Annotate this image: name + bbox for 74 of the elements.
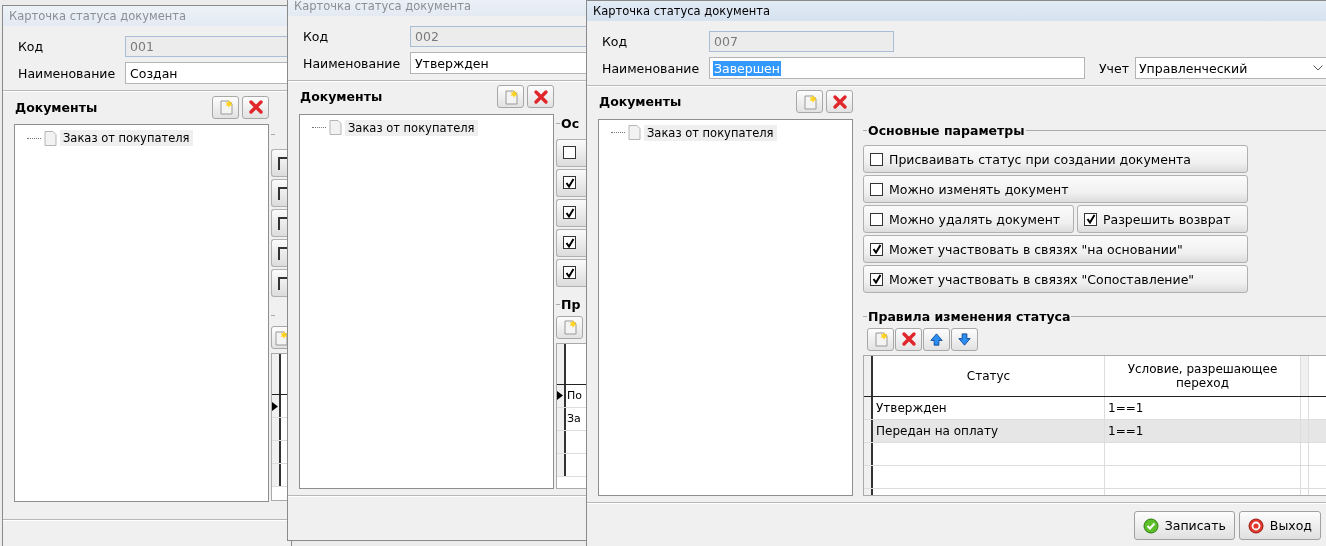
group-title: Основные параметры: [867, 123, 1026, 139]
table-cell: По: [567, 389, 582, 403]
new-document-icon: [502, 88, 519, 105]
delete-icon: [247, 99, 264, 115]
document-icon: [628, 125, 641, 141]
move-down-button[interactable]: [951, 327, 978, 351]
group-title: Правила изменения статуса: [867, 309, 1072, 325]
window-title: Карточка статуса документа: [294, 0, 472, 13]
accounting-select[interactable]: Управленческий: [1135, 57, 1326, 79]
group-title: Ос: [560, 116, 581, 132]
document-icon: [329, 120, 342, 136]
name-label: Наименование: [602, 60, 701, 76]
document-icon: [44, 130, 57, 146]
tree-item[interactable]: Заказ от покупателя: [644, 124, 777, 141]
power-icon: [1247, 517, 1264, 534]
table-cell: 1==1: [1108, 423, 1144, 438]
down-arrow-icon: [957, 331, 972, 347]
group-title: Пр: [560, 297, 582, 313]
code-label: Код: [602, 33, 629, 49]
column-header: Статус: [966, 368, 1011, 383]
option-button[interactable]: [556, 168, 588, 197]
delete-button[interactable]: [895, 327, 922, 351]
table-cell: Передан на оплату: [876, 423, 999, 438]
code-field[interactable]: 002: [410, 25, 588, 47]
option-button[interactable]: [556, 198, 588, 227]
window-title: Карточка статуса документа: [593, 4, 771, 18]
up-arrow-icon: [929, 331, 944, 347]
delete-icon: [900, 331, 917, 348]
option-button[interactable]: [556, 138, 588, 167]
name-label: Наименование: [18, 65, 117, 81]
delete-button[interactable]: [826, 90, 853, 114]
option-button[interactable]: Может участвовать в связях "Сопоставление": [863, 265, 1248, 294]
delete-button[interactable]: [527, 85, 554, 109]
option-button[interactable]: Можно изменять документ: [863, 175, 1248, 204]
row-pointer-icon: [557, 391, 563, 401]
new-document-icon: [561, 319, 578, 336]
code-field[interactable]: 007: [709, 30, 894, 52]
table-cell: Утвержден: [876, 400, 947, 415]
option-button[interactable]: Можно удалять документ: [863, 205, 1074, 234]
option-button[interactable]: Разрешить возврат: [1077, 205, 1248, 234]
row-header: [557, 453, 566, 476]
documents-title: Документы: [15, 99, 98, 115]
name-label: Наименование: [303, 55, 402, 71]
documents-title: Документы: [599, 94, 682, 110]
option-button[interactable]: Может участвовать в связях "на основании": [863, 235, 1248, 264]
option-button[interactable]: Присваивать статус при создании документа: [863, 145, 1248, 174]
code-label: Код: [303, 28, 330, 44]
accounting-label: Учет: [1099, 60, 1130, 76]
code-label: Код: [18, 38, 45, 54]
row-pointer-icon: [272, 401, 278, 411]
new-document-icon: [872, 331, 889, 348]
new-document-icon: [801, 93, 818, 110]
chevron-down-icon: [1313, 65, 1323, 71]
column-header: Условие, разрешающее переход: [1126, 361, 1279, 390]
tree-item[interactable]: Заказ от покупателя: [345, 119, 478, 136]
option-button[interactable]: [556, 258, 588, 287]
tree-item[interactable]: Заказ от покупателя: [60, 130, 193, 146]
name-field[interactable]: Утвержден: [410, 52, 588, 74]
documents-title: Документы: [300, 89, 383, 105]
delete-button[interactable]: [242, 95, 269, 119]
table-cell: За: [567, 412, 581, 426]
save-button[interactable]: Записать: [1133, 511, 1235, 540]
table-cell: 1==1: [1108, 400, 1144, 415]
check-circle-icon: [1142, 517, 1159, 534]
window-title: Карточка статуса документа: [9, 9, 187, 23]
exit-button[interactable]: Выход: [1238, 511, 1321, 540]
move-up-button[interactable]: [923, 327, 950, 351]
row-header: [272, 464, 281, 486]
option-button[interactable]: [556, 228, 588, 257]
row-header: [272, 441, 281, 463]
delete-icon: [532, 88, 549, 105]
delete-icon: [831, 93, 848, 110]
new-document-icon: [217, 99, 234, 115]
row-header: [557, 430, 566, 453]
